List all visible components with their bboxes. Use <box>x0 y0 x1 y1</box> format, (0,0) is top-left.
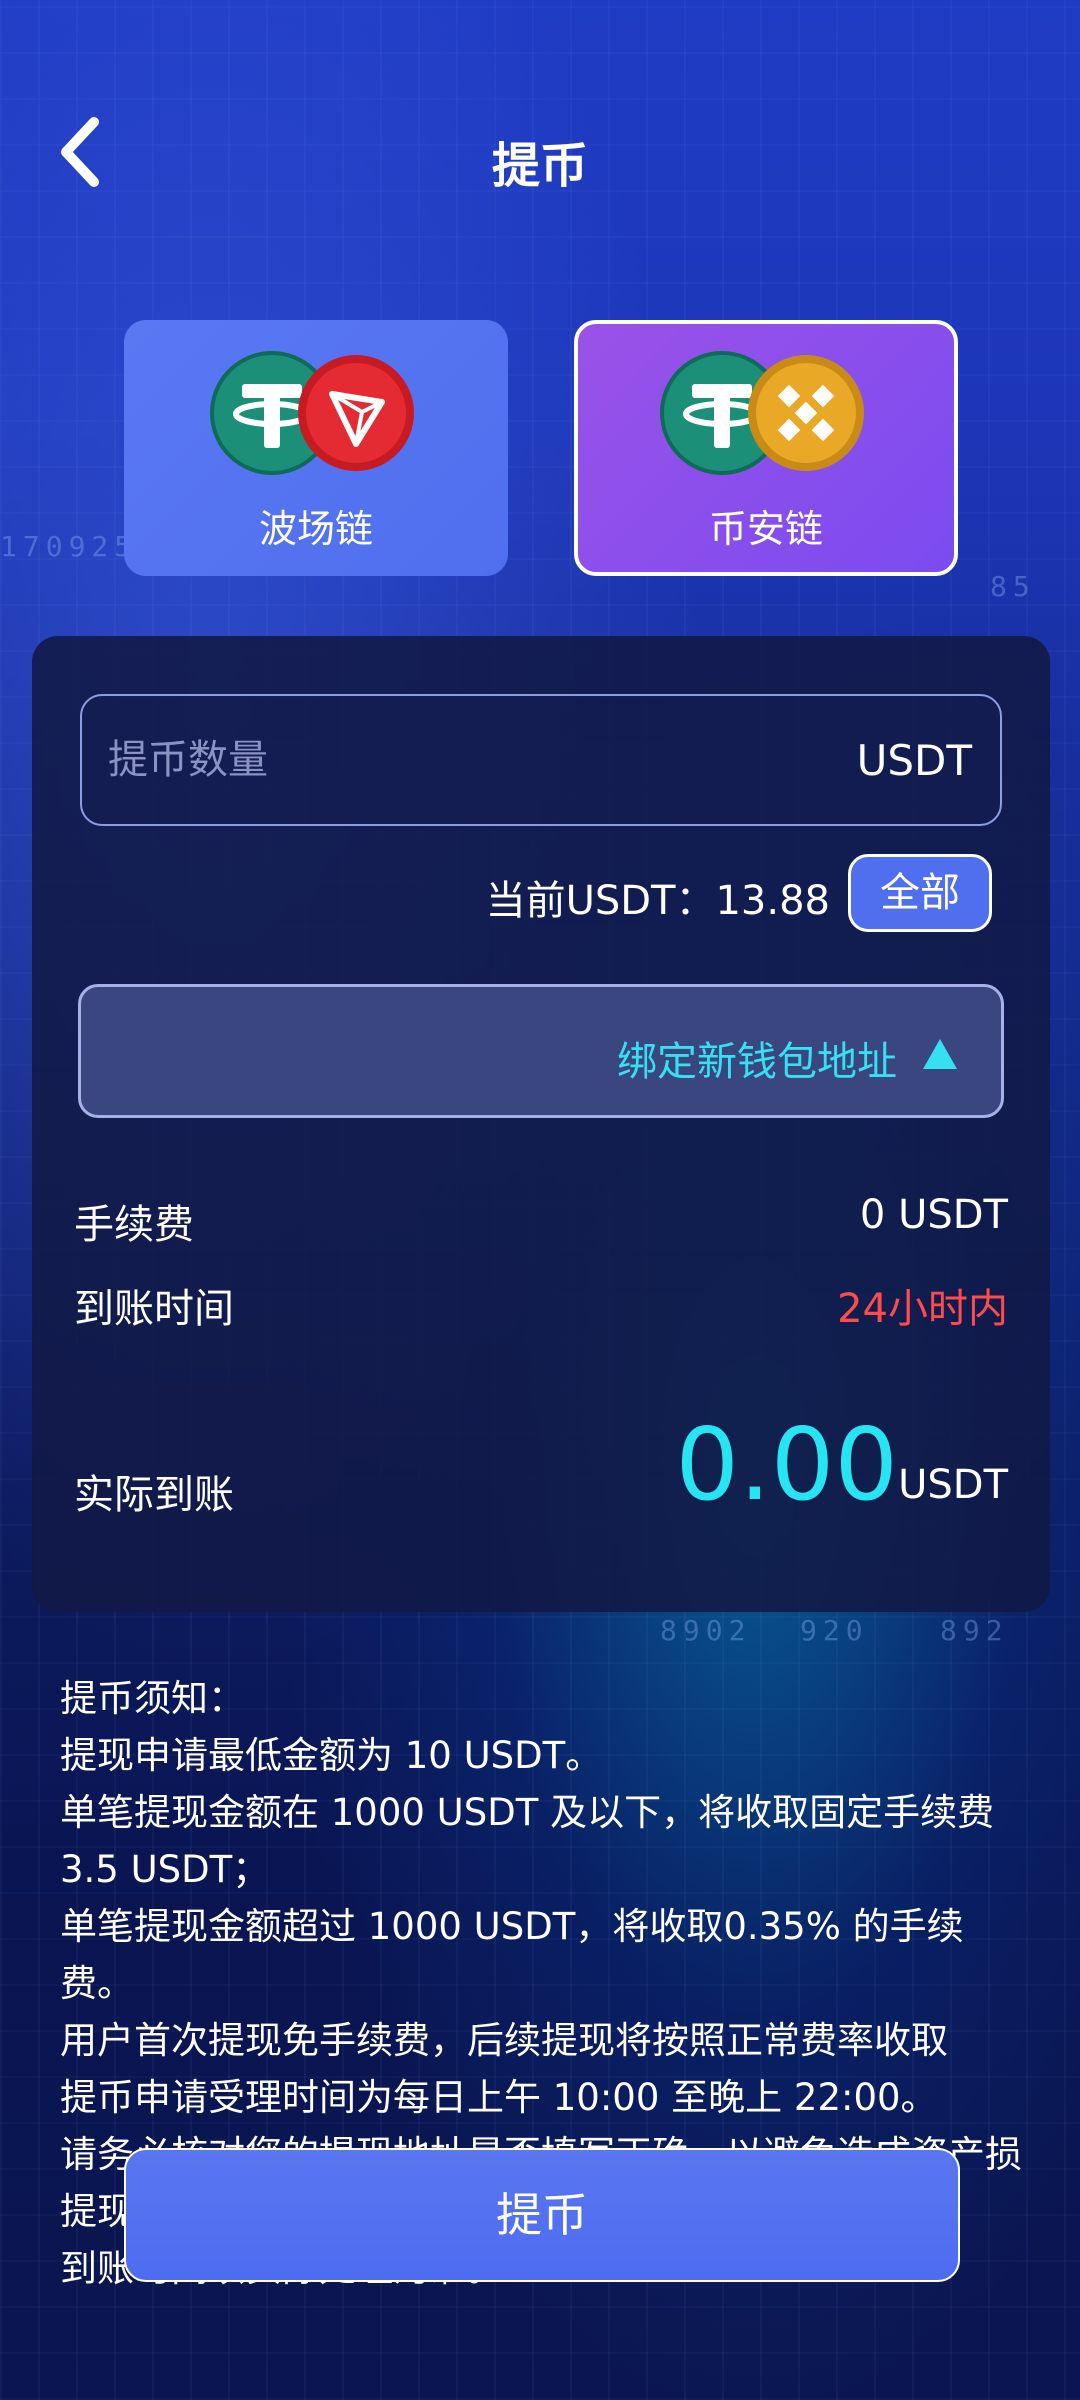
actual-received-value: 0.00 <box>675 1406 898 1523</box>
submit-withdraw-button[interactable]: 提币 <box>124 2148 960 2282</box>
withdraw-card: USDT 当前USDT：13.88 全部 绑定新钱包地址 手续费 0 USDT … <box>32 636 1050 1612</box>
arrival-time-row: 到账时间 24小时内 <box>74 1276 1008 1336</box>
notes-line: 提币申请受理时间为每日上午 10:00 至晚上 22:00。 <box>60 2076 938 2119</box>
background-digits: 85 <box>990 570 1036 603</box>
background-digits: 920 <box>800 1614 869 1647</box>
notes-line: 单笔提现金额在 1000 USDT 及以下，将收取固定手续费 3.5 USDT； <box>60 1791 995 1891</box>
chain-tab-bsc[interactable]: 币安链 <box>574 320 958 576</box>
coin-pair <box>656 348 876 478</box>
notes-title: 提币须知： <box>60 1677 245 1720</box>
arrival-time-value: 24小时内 <box>837 1286 1008 1332</box>
balance-row: 当前USDT：13.88 全部 <box>32 854 1050 934</box>
page-title: 提币 <box>491 138 588 194</box>
amount-unit: USDT <box>856 736 972 785</box>
actual-received-label: 实际到账 <box>74 1472 234 1518</box>
actual-received-unit: USDT <box>898 1462 1008 1508</box>
header: 提币 <box>0 100 1080 210</box>
fee-label: 手续费 <box>74 1202 194 1248</box>
coin-pair <box>206 348 426 478</box>
bind-wallet-button[interactable]: 绑定新钱包地址 <box>78 984 1004 1118</box>
bnb-icon <box>748 355 864 471</box>
notes-line: 用户首次提现免手续费，后续提现将按照正常费率收取 <box>60 2019 948 2062</box>
actual-received-row: 实际到账 0.00 USDT <box>74 1406 1008 1526</box>
tron-icon <box>298 355 414 471</box>
background-digits: 892 <box>940 1614 1009 1647</box>
withdraw-all-button[interactable]: 全部 <box>848 854 992 932</box>
bind-wallet-label: 绑定新钱包地址 <box>617 1039 897 1085</box>
notes-line: 单笔提现金额超过 1000 USDT，将收取0.35% 的手续费。 <box>60 1905 964 2005</box>
background-digits: 8902 <box>660 1614 752 1647</box>
chain-tab-tron[interactable]: 波场链 <box>124 320 508 576</box>
fee-value: 0 USDT <box>859 1192 1008 1238</box>
chain-tab-label: 波场链 <box>258 507 373 551</box>
triangle-up-icon <box>923 1039 957 1069</box>
chain-tab-label: 币安链 <box>708 507 823 551</box>
amount-field[interactable]: USDT <box>80 694 1002 826</box>
notes-line: 提现申请最低金额为 10 USDT。 <box>60 1734 603 1777</box>
arrival-time-label: 到账时间 <box>74 1286 234 1332</box>
current-balance: 当前USDT：13.88 <box>485 878 830 924</box>
fee-row: 手续费 0 USDT <box>74 1192 1008 1252</box>
amount-input[interactable] <box>108 696 708 824</box>
